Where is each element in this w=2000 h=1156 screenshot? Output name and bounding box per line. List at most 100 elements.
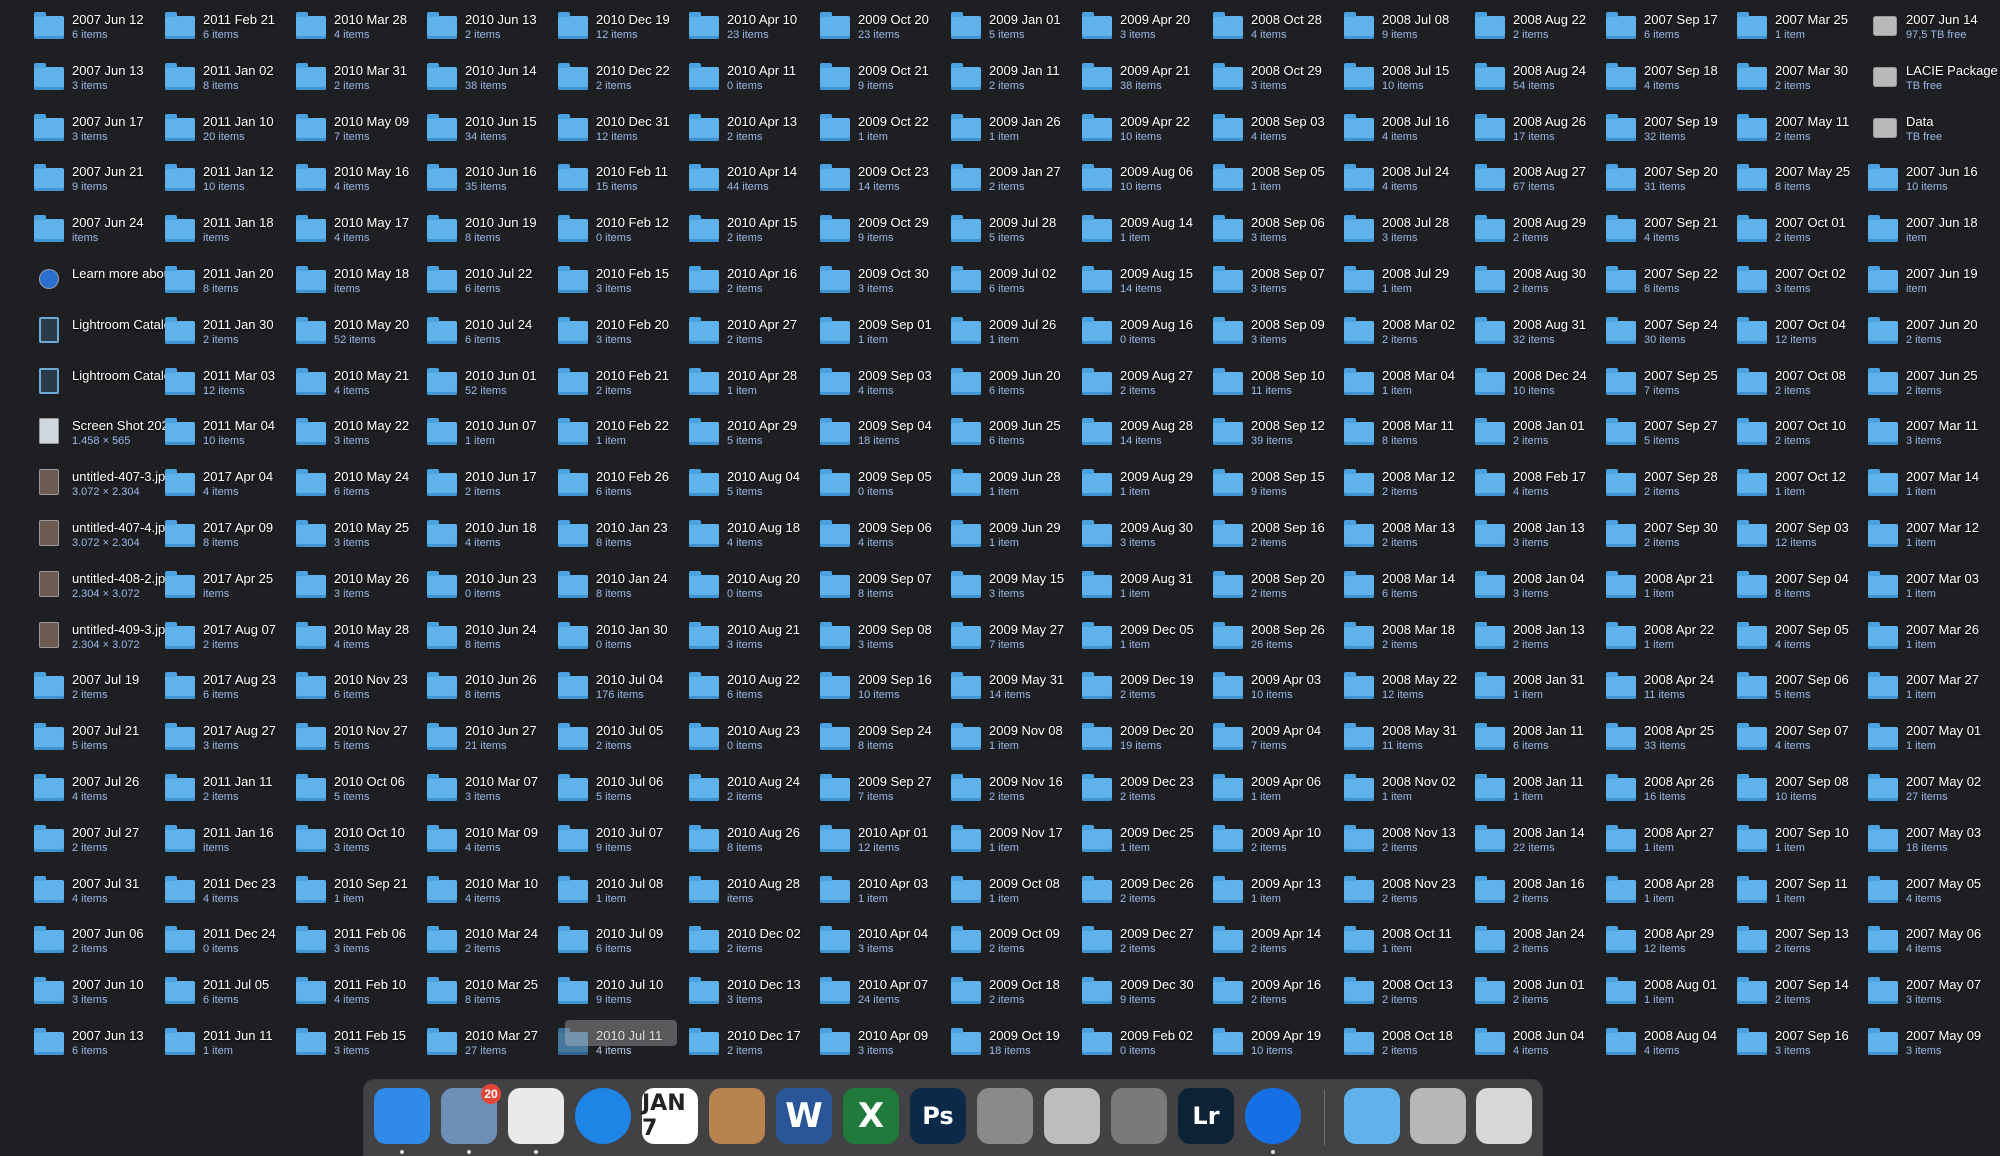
desktop-folder[interactable]: 2009 Feb 02 0 items (1078, 1024, 1228, 1072)
desktop-folder[interactable]: 2010 Apr 07 24 items (816, 973, 966, 1021)
desktop-folder[interactable]: 2009 Aug 06 10 items (1078, 160, 1228, 208)
desktop-folder[interactable]: 2009 Nov 16 2 items (947, 770, 1097, 818)
desktop-folder[interactable]: 2009 Dec 30 9 items (1078, 973, 1228, 1021)
desktop-folder[interactable]: 2007 Jun 24 items (30, 211, 180, 259)
desktop-folder[interactable]: 2010 May 21 4 items (292, 364, 442, 412)
desktop-folder[interactable]: 2007 Oct 02 3 items (1733, 262, 1883, 310)
desktop-folder[interactable]: 2010 Apr 27 2 items (685, 313, 835, 361)
desktop-folder[interactable]: 2009 Sep 03 4 items (816, 364, 966, 412)
desktop-folder[interactable]: 2007 May 02 27 items (1864, 770, 2000, 818)
desktop-folder[interactable]: 2009 Jul 02 6 items (947, 262, 1097, 310)
desktop-file[interactable]: untitled-407-3.jpg 3.072 × 2.304 (30, 465, 180, 513)
desktop-folder[interactable]: 2010 Apr 01 12 items (816, 821, 966, 869)
desktop-file[interactable]: untitled-409-3.jpg 2.304 × 3.072 (30, 618, 180, 666)
desktop-folder[interactable]: 2011 Dec 24 0 items (161, 922, 311, 970)
desktop-folder[interactable]: 2007 Mar 14 1 item (1864, 465, 2000, 513)
desktop-folder[interactable]: 2009 Aug 30 3 items (1078, 516, 1228, 564)
desktop-folder[interactable]: 2009 May 15 3 items (947, 567, 1097, 615)
desktop-folder[interactable]: 2011 Jan 30 2 items (161, 313, 311, 361)
desktop-folder[interactable]: 2011 Jun 11 1 item (161, 1024, 311, 1072)
desktop-folder[interactable]: 2007 Jun 10 3 items (30, 973, 180, 1021)
desktop-folder[interactable]: 2010 Aug 24 2 items (685, 770, 835, 818)
desktop-folder[interactable]: 2010 Apr 10 23 items (685, 8, 835, 56)
desktop-file[interactable]: untitled-407-4.jpg 3.072 × 2.304 (30, 516, 180, 564)
desktop-folder[interactable]: 2010 Aug 21 3 items (685, 618, 835, 666)
desktop-folder[interactable]: 2017 Apr 25 items (161, 567, 311, 615)
desktop-folder[interactable]: 2008 Aug 31 32 items (1471, 313, 1621, 361)
desktop-folder[interactable]: 2009 Dec 27 2 items (1078, 922, 1228, 970)
desktop-folder[interactable]: 2010 Jun 13 2 items (423, 8, 573, 56)
desktop-folder[interactable]: 2009 Jul 26 1 item (947, 313, 1097, 361)
desktop-folder[interactable]: 2007 Sep 25 7 items (1602, 364, 1752, 412)
desktop-folder[interactable]: 2009 Sep 16 10 items (816, 668, 966, 716)
desktop-folder[interactable]: 2009 Dec 23 2 items (1078, 770, 1228, 818)
desktop-folder[interactable]: 2009 Apr 06 1 item (1209, 770, 1359, 818)
desktop-folder[interactable]: 2007 Sep 22 8 items (1602, 262, 1752, 310)
desktop-folder[interactable]: 2010 Nov 27 5 items (292, 719, 442, 767)
desktop-folder[interactable]: 2010 Jul 09 6 items (554, 922, 704, 970)
desktop-folder[interactable]: 2007 Jun 25 2 items (1864, 364, 2000, 412)
desktop-folder[interactable]: 2008 Jan 24 2 items (1471, 922, 1621, 970)
desktop-folder[interactable]: 2010 Mar 27 27 items (423, 1024, 573, 1072)
desktop-folder[interactable]: 2009 Apr 10 2 items (1209, 821, 1359, 869)
desktop-folder[interactable]: 2010 Dec 22 2 items (554, 59, 704, 107)
desktop-folder[interactable]: 2007 Sep 07 4 items (1733, 719, 1883, 767)
desktop-folder[interactable]: 2009 Sep 04 18 items (816, 414, 966, 462)
desktop-folder[interactable]: 2008 Sep 20 2 items (1209, 567, 1359, 615)
desktop-folder[interactable]: 2007 Mar 27 1 item (1864, 668, 2000, 716)
desktop-folder[interactable]: 2007 May 11 2 items (1733, 110, 1883, 158)
desktop-folder[interactable]: 2010 Jul 22 6 items (423, 262, 573, 310)
desktop-folder[interactable]: 2008 Oct 29 3 items (1209, 59, 1359, 107)
desktop-folder[interactable]: 2007 Mar 25 1 item (1733, 8, 1883, 56)
desktop-folder[interactable]: 2010 Apr 14 44 items (685, 160, 835, 208)
mail-icon[interactable]: 20 (441, 1084, 501, 1144)
desktop-folder[interactable]: 2007 Sep 27 5 items (1602, 414, 1752, 462)
desktop-folder[interactable]: 2009 Jul 28 5 items (947, 211, 1097, 259)
desktop-folder[interactable]: 2011 Mar 04 10 items (161, 414, 311, 462)
desktop-folder[interactable]: 2007 Sep 10 1 item (1733, 821, 1883, 869)
desktop-file[interactable]: LACIE Package TB free (1864, 59, 2000, 107)
desktop-folder[interactable]: 2008 Mar 12 2 items (1340, 465, 1490, 513)
desktop-folder[interactable]: 2007 Sep 17 6 items (1602, 8, 1752, 56)
desktop-folder[interactable]: 2017 Aug 07 2 items (161, 618, 311, 666)
desktop-folder[interactable]: 2007 Sep 05 4 items (1733, 618, 1883, 666)
desktop-folder[interactable]: 2007 May 05 4 items (1864, 872, 2000, 920)
desktop-folder[interactable]: 2010 Jun 24 8 items (423, 618, 573, 666)
desktop-folder[interactable]: 2011 Jan 16 items (161, 821, 311, 869)
desktop-folder[interactable]: 2010 Jun 26 8 items (423, 668, 573, 716)
desktop-folder[interactable]: 2007 Jun 13 6 items (30, 1024, 180, 1072)
desktop-folder[interactable]: 2011 Dec 23 4 items (161, 872, 311, 920)
desktop-folder[interactable]: 2009 Dec 26 2 items (1078, 872, 1228, 920)
desktop-folder[interactable]: 2008 May 31 11 items (1340, 719, 1490, 767)
desktop-folder[interactable]: 2008 Sep 10 11 items (1209, 364, 1359, 412)
desktop-folder[interactable]: 2011 Jan 02 8 items (161, 59, 311, 107)
desktop-folder[interactable]: 2010 Apr 16 2 items (685, 262, 835, 310)
desktop-folder[interactable]: 2007 Oct 10 2 items (1733, 414, 1883, 462)
desktop-folder[interactable]: 2009 Aug 16 0 items (1078, 313, 1228, 361)
desktop-folder[interactable]: 2010 Oct 10 3 items (292, 821, 442, 869)
desktop-folder[interactable]: 2009 Jan 26 1 item (947, 110, 1097, 158)
desktop-folder[interactable]: 2010 Jul 06 5 items (554, 770, 704, 818)
safari-icon[interactable] (575, 1088, 631, 1144)
desktop-folder[interactable]: 2008 Apr 26 16 items (1602, 770, 1752, 818)
desktop-folder[interactable]: 2008 Jul 29 1 item (1340, 262, 1490, 310)
photoshop-icon[interactable]: Ps (910, 1088, 966, 1144)
desktop-folder[interactable]: 2008 Apr 24 11 items (1602, 668, 1752, 716)
desktop-folder[interactable]: 2007 Oct 12 1 item (1733, 465, 1883, 513)
applications-folder-icon[interactable] (1344, 1088, 1400, 1144)
desktop-folder[interactable]: 2007 Oct 04 12 items (1733, 313, 1883, 361)
desktop-folder[interactable]: 2009 Apr 20 3 items (1078, 8, 1228, 56)
desktop-folder[interactable]: 2007 Mar 03 1 item (1864, 567, 2000, 615)
desktop-folder[interactable]: 2010 Dec 02 2 items (685, 922, 835, 970)
desktop-folder[interactable]: 2010 Mar 09 4 items (423, 821, 573, 869)
desktop-folder[interactable]: 2010 Jan 30 0 items (554, 618, 704, 666)
desktop-folder[interactable]: 2009 Oct 20 23 items (816, 8, 966, 56)
desktop-folder[interactable]: 2007 Mar 30 2 items (1733, 59, 1883, 107)
desktop-folder[interactable]: 2009 Oct 22 1 item (816, 110, 966, 158)
desktop-folder[interactable]: 2007 Jun 06 2 items (30, 922, 180, 970)
script-editor-icon[interactable] (1044, 1088, 1100, 1144)
desktop-folder[interactable]: 2007 Sep 03 12 items (1733, 516, 1883, 564)
desktop-folder[interactable]: 2008 Jan 16 2 items (1471, 872, 1621, 920)
desktop-folder[interactable]: 2010 Jun 07 1 item (423, 414, 573, 462)
desktop-folder[interactable]: 2007 Sep 14 2 items (1733, 973, 1883, 1021)
